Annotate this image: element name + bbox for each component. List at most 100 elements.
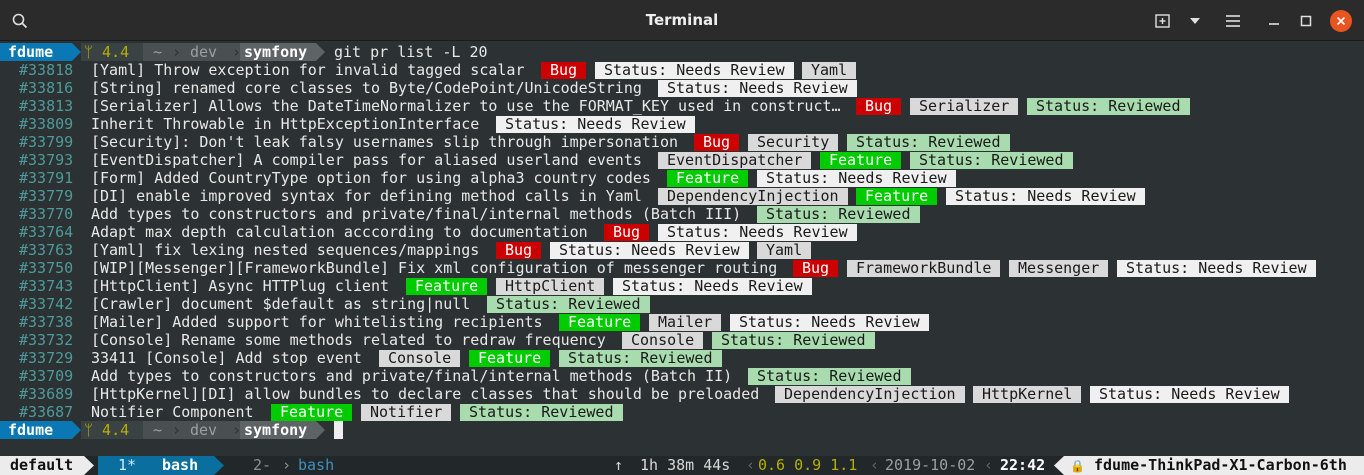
label-comp: HttpClient xyxy=(496,278,605,295)
pr-number: #33770 xyxy=(19,205,74,223)
pr-number: #33791 xyxy=(19,169,74,187)
arrow-icon xyxy=(84,456,94,475)
label-comp: DependencyInjection xyxy=(658,188,848,205)
label-feature: Feature xyxy=(469,350,551,367)
window-2-name[interactable]: bash xyxy=(298,456,334,475)
pr-number: #33729 xyxy=(19,349,74,367)
label-needs: Status: Needs Review xyxy=(757,170,956,187)
terminal-output[interactable]: fdume ᛘ 4.4 ~ › dev › symfony git pr lis… xyxy=(0,43,1364,455)
prompt-current-dir: symfony xyxy=(240,43,316,61)
label-needs: Status: Needs Review xyxy=(595,62,794,79)
pr-title: Adapt max depth calculation acccording t… xyxy=(91,223,588,241)
label-feature: Feature xyxy=(406,278,488,295)
label-comp: DependencyInjection xyxy=(775,386,965,403)
label-feature: Feature xyxy=(820,152,902,169)
uptime-icon: ↑ xyxy=(614,456,624,474)
title-bar: Terminal xyxy=(0,0,1364,41)
pr-title: Add types to constructors and private/fi… xyxy=(91,205,742,223)
prompt-user: fdume xyxy=(0,43,72,61)
window-2-index[interactable]: 2- xyxy=(253,456,271,475)
pr-number: #33743 xyxy=(19,277,74,295)
label-reviewed: Status: Reviewed xyxy=(559,350,722,367)
label-feature: Feature xyxy=(856,188,938,205)
prompt-dir: dev xyxy=(182,421,232,439)
label-bug: Bug xyxy=(856,98,902,115)
pr-title: [DI] enable improved syntax for defining… xyxy=(91,187,642,205)
pr-number: #33750 xyxy=(19,259,74,277)
prompt-dir: dev xyxy=(182,43,232,61)
label-needs: Status: Needs Review xyxy=(613,278,812,295)
pr-title: [Yaml] fix lexing nested sequences/mappi… xyxy=(91,241,480,259)
pr-title: [String] renamed core classes to Byte/Co… xyxy=(91,79,642,97)
label-comp: HttpKernel xyxy=(973,386,1082,403)
pr-number: #33732 xyxy=(19,331,74,349)
separator-icon: › xyxy=(282,456,292,474)
close-icon[interactable] xyxy=(1330,10,1352,32)
label-needs: Status: Needs Review xyxy=(496,116,695,133)
separator-icon: › xyxy=(172,421,182,439)
label-feature: Feature xyxy=(667,170,749,187)
pr-number: #33779 xyxy=(19,187,74,205)
prompt-user: fdume xyxy=(0,421,72,439)
pr-number: #33818 xyxy=(19,61,74,79)
label-comp: Yaml xyxy=(757,242,812,259)
prompt-home: ~ xyxy=(143,421,172,439)
new-tab-icon[interactable] xyxy=(1151,9,1175,33)
label-comp: Security xyxy=(748,134,839,151)
arrow-left-icon xyxy=(1054,456,1064,475)
pr-title: [Crawler] document $default as string|nu… xyxy=(91,295,471,313)
pr-title: Add types to constructors and private/fi… xyxy=(91,367,733,385)
session-name[interactable]: default xyxy=(0,456,84,475)
pr-number: #33709 xyxy=(19,367,74,385)
pr-number: #33813 xyxy=(19,97,74,115)
label-comp: Notifier xyxy=(361,404,452,421)
pr-number: #33799 xyxy=(19,133,74,151)
label-bug: Bug xyxy=(541,62,587,79)
lock-icon: 🔒 xyxy=(1070,459,1085,473)
prompt-line: fdume ᛘ 4.4 ~ › dev › symfony git pr lis… xyxy=(0,43,488,61)
branch-icon: ᛘ xyxy=(84,421,94,439)
prompt-line: fdume ᛘ 4.4 ~ › dev › symfony xyxy=(0,421,343,439)
separator-icon: › xyxy=(172,43,182,61)
text-cursor[interactable] xyxy=(334,421,343,439)
pr-title: 33411 [Console] Add stop event xyxy=(91,349,362,367)
time: 22:42 xyxy=(1000,456,1046,474)
label-needs: Status: Needs Review xyxy=(730,314,929,331)
label-bug: Bug xyxy=(604,224,650,241)
minimize-icon[interactable] xyxy=(1262,9,1286,33)
pr-title: Notifier Component xyxy=(91,403,254,421)
pr-title: [Console] Rename some methods related to… xyxy=(91,331,606,349)
pr-title: [Yaml] Throw exception for invalid tagge… xyxy=(91,61,525,79)
window-1-index[interactable]: 1* xyxy=(98,456,154,475)
hostname-segment: 🔒 fdume-ThinkPad-X1-Carbon-6th xyxy=(1064,456,1364,475)
label-reviewed: Status: Reviewed xyxy=(748,368,911,385)
chevron-down-icon[interactable] xyxy=(1183,9,1207,33)
prompt-current-dir: symfony xyxy=(240,421,316,439)
label-comp: Mailer xyxy=(649,314,722,331)
label-reviewed: Status: Reviewed xyxy=(847,134,1010,151)
arrow-icon xyxy=(316,43,325,61)
label-needs: Status: Needs Review xyxy=(550,242,749,259)
prompt-version: ᛘ 4.4 xyxy=(81,43,143,61)
pr-number: #33742 xyxy=(19,295,74,313)
separator-icon: › xyxy=(232,421,242,439)
label-comp: Serializer xyxy=(910,98,1019,115)
label-comp: EventDispatcher xyxy=(658,152,812,169)
pr-title: [Form] Added CountryType option for usin… xyxy=(91,169,651,187)
window-1-name[interactable]: bash xyxy=(154,456,214,475)
prompt-home: ~ xyxy=(143,43,172,61)
command-text: git pr list -L 20 xyxy=(334,43,488,61)
tmux-status-bar: default 1* bash 2- › bash ↑ 1h 38m 44s ‹… xyxy=(0,456,1364,475)
uptime: 1h 38m 44s xyxy=(640,456,731,474)
pr-number: #33809 xyxy=(19,115,74,133)
pr-title: [HttpClient] Async HTTPlug client xyxy=(91,277,390,295)
maximize-icon[interactable] xyxy=(1294,9,1318,33)
label-needs: Status: Needs Review xyxy=(1090,386,1289,403)
menu-icon[interactable] xyxy=(1221,9,1245,33)
label-bug: Bug xyxy=(694,134,740,151)
label-reviewed: Status: Reviewed xyxy=(757,206,920,223)
load-average: 0.6 0.9 1.1 xyxy=(758,456,858,474)
pr-title: [Serializer] Allows the DateTimeNormaliz… xyxy=(91,97,841,115)
label-comp: Yaml xyxy=(802,62,857,79)
separator-icon: ‹ xyxy=(870,456,880,474)
